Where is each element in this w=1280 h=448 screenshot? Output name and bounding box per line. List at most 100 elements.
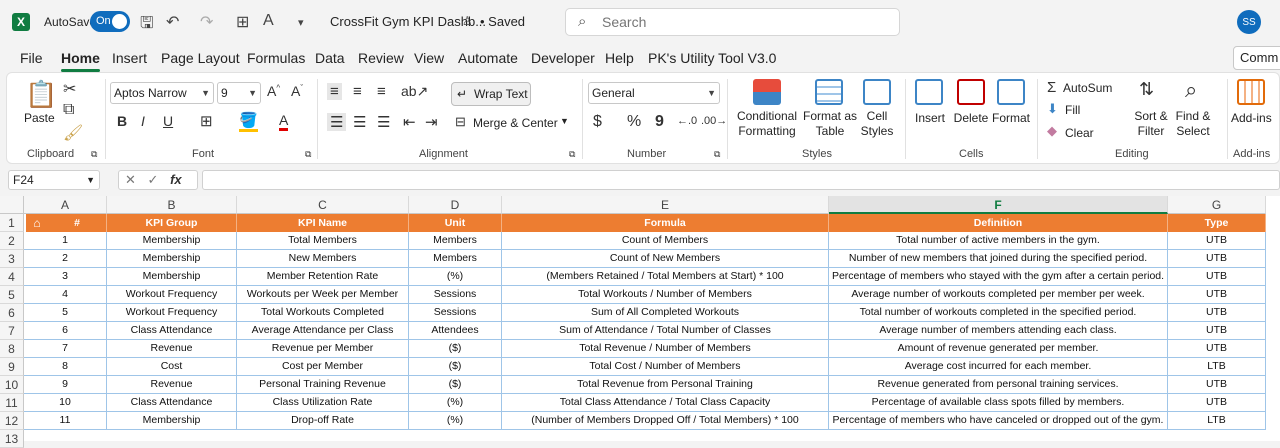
merge-icon[interactable]: ⊟ xyxy=(455,114,466,130)
table-cell[interactable]: 3 xyxy=(24,268,107,286)
clear-icon[interactable]: ◆ xyxy=(1047,123,1057,139)
table-cell[interactable]: Workouts per Week per Member xyxy=(237,286,409,304)
search-box[interactable]: ⌕ xyxy=(565,8,900,36)
table-cell[interactable]: (Members Retained / Total Members at Sta… xyxy=(502,268,829,286)
home-icon[interactable]: ⌂ xyxy=(26,214,48,232)
tab-data[interactable]: Data xyxy=(315,50,345,66)
cell-styles-label[interactable]: Styles xyxy=(859,124,895,138)
select-all-corner[interactable] xyxy=(0,196,24,214)
paste-button[interactable]: Paste xyxy=(24,111,55,125)
align-right-icon[interactable]: ☰ xyxy=(377,113,390,131)
table-cell[interactable]: Revenue generated from personal training… xyxy=(829,376,1168,394)
table-cell[interactable]: Membership xyxy=(107,232,237,250)
table-cell[interactable]: Average Attendance per Class xyxy=(237,322,409,340)
table-cell[interactable]: Membership xyxy=(107,412,237,430)
table-cell[interactable]: UTB xyxy=(1168,268,1266,286)
alignment-launcher-icon[interactable]: ⧉ xyxy=(569,149,575,160)
font-color-button-icon[interactable]: A xyxy=(279,112,289,131)
table-cell[interactable]: Cost per Member xyxy=(237,358,409,376)
table-cell[interactable]: Count of Members xyxy=(502,232,829,250)
formula-input[interactable] xyxy=(202,170,1280,190)
copy-icon[interactable]: ⧉ xyxy=(63,101,74,119)
table-cell[interactable]: Revenue xyxy=(107,376,237,394)
table-cell[interactable]: Class Attendance xyxy=(107,322,237,340)
column-header-g[interactable]: G xyxy=(1168,196,1266,214)
column-header-c[interactable]: C xyxy=(237,196,409,214)
table-cell[interactable]: UTB xyxy=(1168,376,1266,394)
table-cell[interactable]: Member Retention Rate xyxy=(237,268,409,286)
percent-button[interactable]: % xyxy=(627,113,641,131)
table-cell[interactable]: Total Workouts / Number of Members xyxy=(502,286,829,304)
table-header-cell[interactable]: KPI Group xyxy=(107,214,237,232)
insert-cells-icon[interactable] xyxy=(915,79,943,105)
table-icon[interactable]: ⊞ xyxy=(236,12,249,32)
font-launcher-icon[interactable]: ⧉ xyxy=(305,149,311,160)
italic-button[interactable]: I xyxy=(141,113,145,129)
table-cell[interactable]: Percentage of members who stayed with th… xyxy=(829,268,1168,286)
increase-decimal-icon[interactable]: ←.0 xyxy=(677,115,697,127)
font-size-select[interactable]: 9 ▼ xyxy=(217,82,261,104)
align-center-icon[interactable]: ☰ xyxy=(353,113,366,131)
table-cell[interactable]: 4 xyxy=(24,286,107,304)
table-cell[interactable]: UTB xyxy=(1168,232,1266,250)
paste-icon[interactable]: 📋 xyxy=(25,79,57,110)
table-cell[interactable]: Percentage of available class spots fill… xyxy=(829,394,1168,412)
column-header-f[interactable]: F xyxy=(829,196,1168,214)
table-cell[interactable]: Total number of workouts completed in th… xyxy=(829,304,1168,322)
row-header[interactable]: 6 xyxy=(0,304,24,322)
table-cell[interactable]: Number of new members that joined during… xyxy=(829,250,1168,268)
table-header-cell[interactable]: # xyxy=(48,214,107,232)
clear-button[interactable]: Clear xyxy=(1065,126,1094,140)
increase-font-icon[interactable]: A^ xyxy=(267,83,280,99)
search-input[interactable] xyxy=(602,13,882,31)
spreadsheet-grid[interactable]: A B C D E F G 1 2 3 4 5 6 7 8 9 10 11 12 13 ⌂ # KPI Group KPI N… xyxy=(0,196,1280,448)
table-header-cell[interactable]: Formula xyxy=(502,214,829,232)
table-cell[interactable]: UTB xyxy=(1168,286,1266,304)
format-cells-icon[interactable] xyxy=(997,79,1025,105)
font-color-icon[interactable]: A xyxy=(263,12,274,30)
tab-help[interactable]: Help xyxy=(605,50,634,66)
table-cell[interactable]: Sessions xyxy=(409,304,502,322)
insert-button[interactable]: Insert xyxy=(913,111,947,125)
undo-icon[interactable]: ↶ xyxy=(166,12,179,32)
add-ins-button[interactable]: Add-ins xyxy=(1231,111,1272,125)
sort-filter-button[interactable]: Sort & xyxy=(1131,109,1171,123)
table-cell[interactable]: LTB xyxy=(1168,412,1266,430)
table-cell[interactable]: Total Revenue / Number of Members xyxy=(502,340,829,358)
table-cell[interactable]: Total Revenue from Personal Training xyxy=(502,376,829,394)
tab-page-layout[interactable]: Page Layout xyxy=(161,50,240,66)
table-cell[interactable]: Amount of revenue generated per member. xyxy=(829,340,1168,358)
bold-button[interactable]: B xyxy=(117,113,127,129)
avatar[interactable]: SS xyxy=(1237,10,1261,34)
table-cell[interactable]: Class Attendance xyxy=(107,394,237,412)
table-cell[interactable]: Total Cost / Number of Members xyxy=(502,358,829,376)
row-header[interactable]: 1 xyxy=(0,214,24,232)
row-header[interactable]: 11 xyxy=(0,394,24,412)
insert-function-icon[interactable]: fx xyxy=(170,172,182,187)
add-ins-icon[interactable] xyxy=(1237,79,1265,105)
table-cell[interactable]: Total Workouts Completed xyxy=(237,304,409,322)
table-cell[interactable]: Total Members xyxy=(237,232,409,250)
currency-button[interactable]: $ xyxy=(593,113,602,131)
table-cell[interactable]: Personal Training Revenue xyxy=(237,376,409,394)
row-header[interactable]: 4 xyxy=(0,268,24,286)
table-cell[interactable]: Average number of members attending each… xyxy=(829,322,1168,340)
table-cell[interactable]: Average number of workouts completed per… xyxy=(829,286,1168,304)
conditional-formatting-label[interactable]: Formatting xyxy=(735,124,799,138)
borders-icon[interactable]: ⊞ xyxy=(200,112,213,130)
table-cell[interactable]: (%) xyxy=(409,394,502,412)
table-cell[interactable]: Sum of Attendance / Total Number of Clas… xyxy=(502,322,829,340)
cell-styles-icon[interactable] xyxy=(863,79,891,105)
tab-formulas[interactable]: Formulas xyxy=(247,50,305,66)
table-cell[interactable]: UTB xyxy=(1168,340,1266,358)
table-cell[interactable]: 2 xyxy=(24,250,107,268)
comments-button[interactable]: Comm xyxy=(1233,46,1280,70)
align-left-icon[interactable]: ☰ xyxy=(327,113,347,131)
format-painter-icon[interactable]: 🖌 xyxy=(63,123,83,143)
table-cell[interactable]: UTB xyxy=(1168,250,1266,268)
table-cell[interactable]: Attendees xyxy=(409,322,502,340)
decrease-indent-icon[interactable]: ⇤ xyxy=(403,113,416,131)
table-cell[interactable]: ($) xyxy=(409,376,502,394)
table-cell[interactable]: 8 xyxy=(24,358,107,376)
tab-insert[interactable]: Insert xyxy=(112,50,147,66)
